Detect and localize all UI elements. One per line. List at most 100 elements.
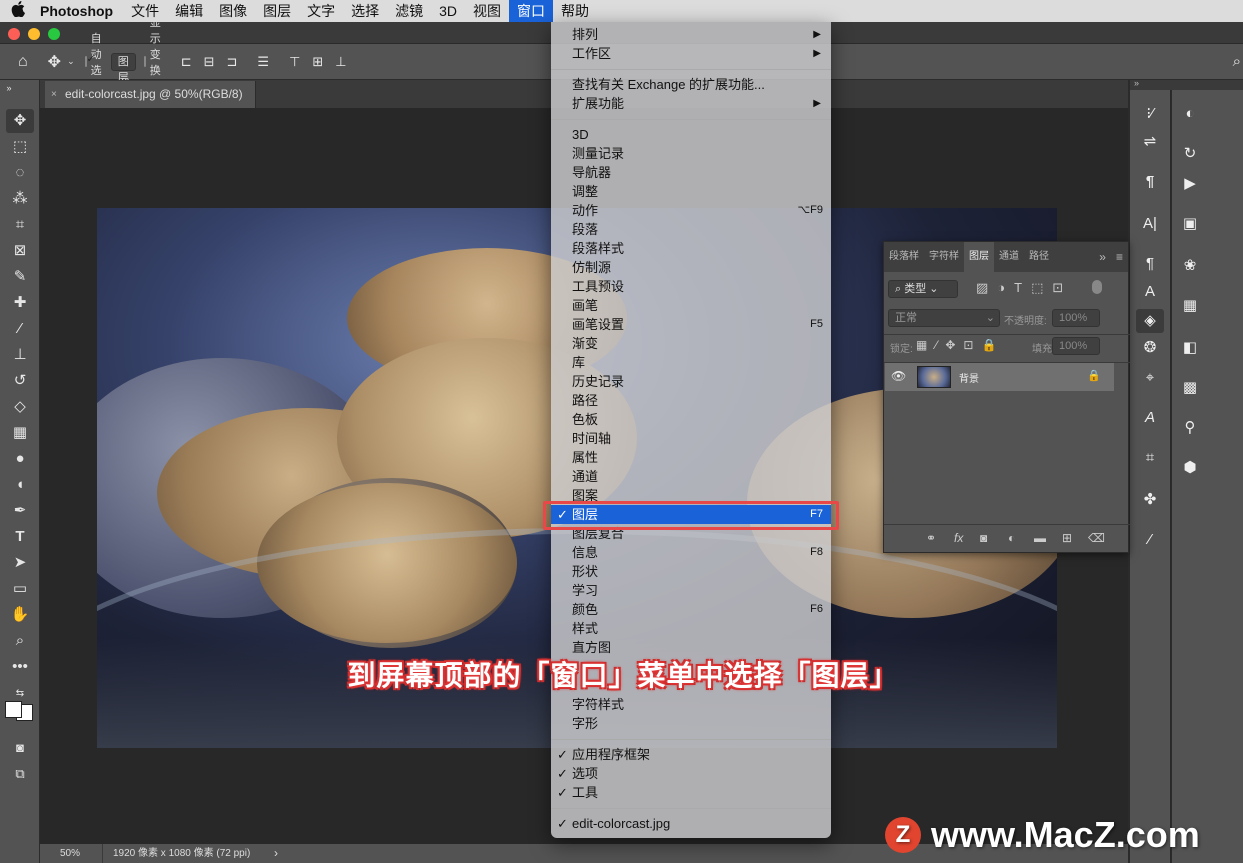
- home-icon[interactable]: ⌂: [18, 53, 28, 71]
- crop-tool-icon[interactable]: ⌗: [6, 213, 34, 237]
- hand-tool-icon[interactable]: ✋: [6, 603, 34, 627]
- menu-item-arrange[interactable]: 排列 ▶: [551, 25, 831, 44]
- menu-app-name[interactable]: Photoshop: [36, 0, 123, 22]
- menu-item-brush-settings[interactable]: 画笔设置 F5: [551, 315, 831, 334]
- menu-item-styles[interactable]: 样式: [551, 619, 831, 638]
- filter-toggle[interactable]: [1092, 280, 1102, 294]
- filter-kind-dropdown[interactable]: ⌕ 类型 ⌄: [888, 280, 958, 298]
- close-window-button[interactable]: [8, 28, 20, 40]
- menu-image[interactable]: 图像: [211, 0, 255, 22]
- lock-icons[interactable]: ▦⁄✥⊡🔒: [916, 338, 1004, 352]
- 3d-icon[interactable]: ⬢: [1176, 456, 1204, 480]
- align-middle-icon[interactable]: ⊞: [312, 54, 323, 70]
- menu-item-swatches[interactable]: 色板: [551, 410, 831, 429]
- lasso-tool-icon[interactable]: ◌: [6, 161, 34, 185]
- adjust-icon[interactable]: ⇌: [1136, 130, 1164, 154]
- collapse-icon[interactable]: »: [1134, 78, 1139, 88]
- menu-item-paragraph-styles[interactable]: 段落样式: [551, 239, 831, 258]
- dodge-tool-icon[interactable]: ◖: [6, 473, 34, 497]
- auto-select-checkbox[interactable]: [84, 54, 95, 67]
- menu-item-color[interactable]: 颜色 F6: [551, 600, 831, 619]
- layers-icon[interactable]: ◈: [1136, 309, 1164, 333]
- layer-name[interactable]: 背景: [959, 370, 979, 385]
- zoom-level[interactable]: 50%: [60, 844, 80, 863]
- expand-icon[interactable]: »: [2, 82, 16, 94]
- eyedropper-tool-icon[interactable]: ✎: [6, 265, 34, 289]
- patterns-icon[interactable]: ▩: [1176, 376, 1204, 400]
- opacity-field[interactable]: 100%: [1052, 309, 1100, 327]
- apple-icon[interactable]: [0, 1, 36, 21]
- adjustments-icon[interactable]: ◐: [1176, 102, 1204, 126]
- tab-layers[interactable]: 图层: [964, 242, 994, 272]
- stamp-tool-icon[interactable]: ⊥: [6, 343, 34, 367]
- align-center-icon[interactable]: ⊟: [204, 54, 215, 70]
- menu-item-tool-presets[interactable]: 工具预设: [551, 277, 831, 296]
- menu-item-measurement-log[interactable]: 测量记录: [551, 144, 831, 163]
- brushes-icon[interactable]: ⁄: [1136, 528, 1164, 552]
- blur-tool-icon[interactable]: ●: [6, 447, 34, 471]
- paragraph-icon[interactable]: ¶: [1136, 170, 1164, 194]
- gradient-tool-icon[interactable]: ▦: [6, 421, 34, 445]
- zoom-window-button[interactable]: [48, 28, 60, 40]
- menu-item-channels[interactable]: 通道: [551, 467, 831, 486]
- search-icon[interactable]: ⌕: [1233, 53, 1241, 70]
- menu-item-application-frame[interactable]: ✓ 应用程序框架: [551, 745, 831, 764]
- align-top-icon[interactable]: ⊤: [289, 54, 300, 70]
- chevron-down-icon[interactable]: ⌄: [67, 56, 75, 67]
- menu-item-workspace[interactable]: 工作区 ▶: [551, 44, 831, 63]
- auto-select-dropdown[interactable]: 图层 ⌄: [110, 52, 136, 84]
- screen-mode-icon[interactable]: ⧉: [6, 762, 34, 786]
- menu-item-learn[interactable]: 学习: [551, 581, 831, 600]
- brush-settings-icon[interactable]: ⁝⁄: [1136, 102, 1164, 126]
- menu-type[interactable]: 文字: [299, 0, 343, 22]
- menu-item-open-document[interactable]: ✓ edit-colorcast.jpg: [551, 814, 831, 833]
- show-transform-checkbox[interactable]: [143, 56, 146, 67]
- menu-edit[interactable]: 编辑: [167, 0, 211, 22]
- menu-filter[interactable]: 滤镜: [387, 0, 431, 22]
- properties-icon[interactable]: ▣: [1176, 212, 1204, 236]
- menu-item-glyphs[interactable]: 字形: [551, 714, 831, 733]
- menu-item-brushes[interactable]: 画笔: [551, 296, 831, 315]
- crop-icon[interactable]: ⌗: [1136, 446, 1164, 470]
- tab-character-styles[interactable]: 字符样: [924, 242, 964, 272]
- more-tabs-icon[interactable]: »: [1094, 242, 1111, 272]
- character-icon[interactable]: A|: [1136, 212, 1164, 236]
- menu-select[interactable]: 选择: [343, 0, 387, 22]
- actions-icon[interactable]: ▶: [1176, 172, 1204, 196]
- menu-item-actions[interactable]: 动作 ⌥F9: [551, 201, 831, 220]
- menu-item-3d[interactable]: 3D: [551, 125, 831, 144]
- more-tools-icon[interactable]: •••: [6, 655, 34, 679]
- menu-item-navigator[interactable]: 导航器: [551, 163, 831, 182]
- eraser-tool-icon[interactable]: ◇: [6, 395, 34, 419]
- menu-item-shapes[interactable]: 形状: [551, 562, 831, 581]
- menu-item-libraries[interactable]: 库: [551, 353, 831, 372]
- swatches-icon[interactable]: ▦: [1176, 294, 1204, 318]
- move-tool-icon[interactable]: ✥: [48, 52, 61, 72]
- pen-tool-icon[interactable]: ✒: [6, 499, 34, 523]
- channels-icon[interactable]: ❂: [1136, 336, 1164, 360]
- menu-item-extensions[interactable]: 扩展功能 ▶: [551, 94, 831, 113]
- plugins-icon[interactable]: ✤: [1136, 488, 1164, 512]
- paragraph-styles-icon[interactable]: ¶: [1136, 252, 1164, 276]
- color-icon[interactable]: ❀: [1176, 254, 1204, 278]
- brush-tool-icon[interactable]: ⁄: [6, 317, 34, 341]
- minimize-window-button[interactable]: [28, 28, 40, 40]
- menu-item-options[interactable]: ✓ 选项: [551, 764, 831, 783]
- mask-icon[interactable]: ◙: [980, 531, 987, 545]
- status-arrow-icon[interactable]: ›: [274, 844, 278, 863]
- menu-item-paragraph[interactable]: 段落: [551, 220, 831, 239]
- align-right-icon[interactable]: ⊐: [227, 54, 238, 70]
- new-layer-icon[interactable]: ⊞: [1062, 531, 1072, 545]
- path-selection-tool-icon[interactable]: ➤: [6, 551, 34, 575]
- marquee-tool-icon[interactable]: ⬚: [6, 135, 34, 159]
- magic-wand-tool-icon[interactable]: ⁂: [6, 187, 34, 211]
- visibility-eye-icon[interactable]: 👁: [891, 369, 906, 383]
- menu-view[interactable]: 视图: [465, 0, 509, 22]
- quick-mask-icon[interactable]: ◙: [6, 736, 34, 760]
- history-icon[interactable]: ↻: [1176, 142, 1204, 166]
- menu-help[interactable]: 帮助: [553, 0, 597, 22]
- type-tool-icon[interactable]: T: [6, 525, 34, 549]
- link-icon[interactable]: ⚭: [926, 531, 936, 545]
- frame-tool-icon[interactable]: ⊠: [6, 239, 34, 263]
- paths-icon[interactable]: ⌖: [1136, 366, 1164, 390]
